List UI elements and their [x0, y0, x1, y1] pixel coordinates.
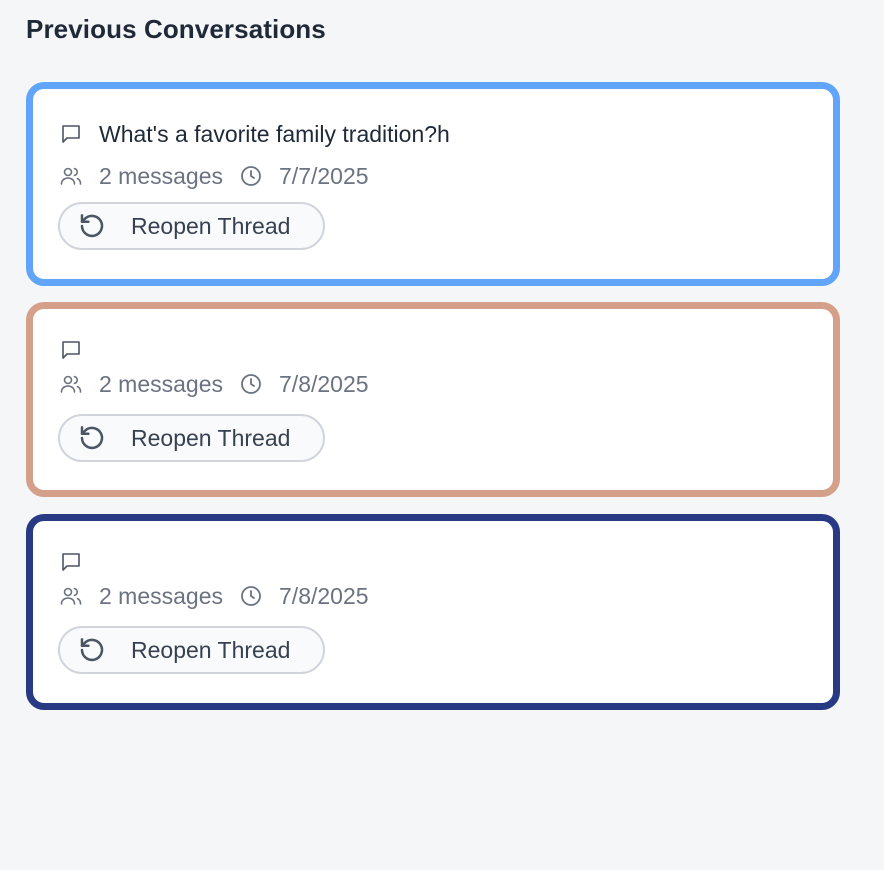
- thread-date: 7/7/2025: [279, 162, 369, 189]
- rotate-ccw-icon: [77, 635, 107, 665]
- message-count: 2 messages: [99, 370, 224, 397]
- users-icon: [59, 164, 83, 188]
- message-count: 2 messages: [99, 582, 224, 609]
- message-square-icon: [59, 338, 83, 362]
- message-square-icon: [59, 122, 83, 146]
- clock-icon: [239, 584, 263, 608]
- reopen-thread-button[interactable]: Reopen Thread: [58, 414, 325, 462]
- rotate-ccw-icon: [77, 423, 107, 453]
- reopen-thread-label: Reopen Thread: [131, 424, 291, 451]
- reopen-thread-button[interactable]: Reopen Thread: [58, 626, 325, 674]
- thread-title-row: What's a favorite family tradition?h: [59, 119, 450, 149]
- thread-card: 2 messages 7/8/2025 Reopen Thread: [26, 302, 840, 497]
- thread-title-row: [59, 547, 99, 577]
- reopen-thread-label: Reopen Thread: [131, 212, 291, 239]
- previous-conversations-panel: Previous Conversations What's a favorite…: [0, 0, 884, 870]
- thread-meta-row: 2 messages 7/8/2025: [59, 581, 369, 611]
- page-title: Previous Conversations: [26, 14, 326, 44]
- thread-card: 2 messages 7/8/2025 Reopen Thread: [26, 514, 840, 710]
- rotate-ccw-icon: [77, 211, 107, 241]
- clock-icon: [239, 372, 263, 396]
- thread-date: 7/8/2025: [279, 582, 369, 609]
- users-icon: [59, 584, 83, 608]
- clock-icon: [239, 164, 263, 188]
- reopen-thread-label: Reopen Thread: [131, 636, 291, 663]
- message-count: 2 messages: [99, 162, 224, 189]
- users-icon: [59, 372, 83, 396]
- thread-meta-row: 2 messages 7/8/2025: [59, 369, 369, 399]
- thread-title-row: [59, 335, 99, 365]
- thread-title: What's a favorite family tradition?h: [99, 120, 450, 147]
- thread-meta-row: 2 messages 7/7/2025: [59, 161, 369, 191]
- thread-date: 7/8/2025: [279, 370, 369, 397]
- thread-card: What's a favorite family tradition?h 2 m…: [26, 82, 840, 286]
- message-square-icon: [59, 550, 83, 574]
- reopen-thread-button[interactable]: Reopen Thread: [58, 202, 325, 250]
